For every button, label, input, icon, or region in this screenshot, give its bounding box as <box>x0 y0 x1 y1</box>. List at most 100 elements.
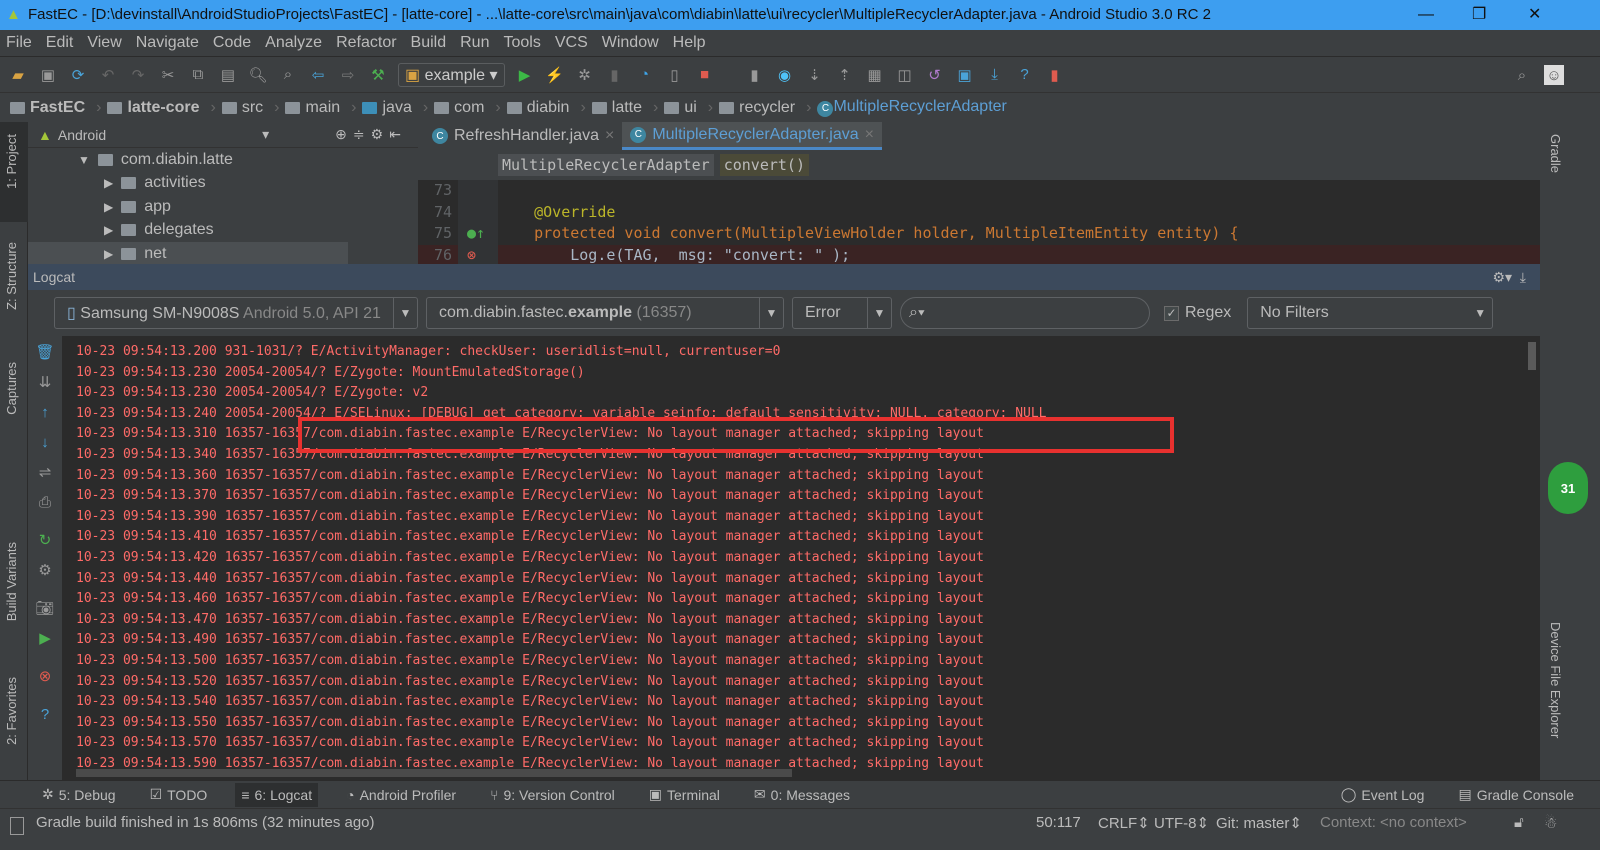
breadcrumb-item[interactable]: latte-core <box>107 99 215 117</box>
down-arrow-icon[interactable]: ↓ <box>35 432 55 452</box>
tool-tab-todo[interactable]: ☑ TODO <box>144 782 214 807</box>
avd-manager-icon[interactable]: ▮ <box>745 65 765 85</box>
tree-item[interactable]: ▶ activities <box>28 172 418 196</box>
settings-gear-icon[interactable]: ⚙ <box>371 126 384 143</box>
open-icon[interactable]: ▰ <box>8 65 28 85</box>
tree-item[interactable]: ▶ net <box>28 242 348 266</box>
floating-badge[interactable]: 31 <box>1548 462 1588 514</box>
breadcrumb-item[interactable]: FastEC <box>10 99 101 117</box>
log-search-input[interactable]: ⌕▾ <box>900 297 1150 329</box>
clear-logcat-icon[interactable]: 🗑︎ <box>35 342 55 362</box>
shelve-icon[interactable]: ◫ <box>895 65 915 85</box>
collapsed-arrow-icon[interactable]: ▶ <box>104 223 113 237</box>
sdk-sync-icon[interactable]: ◉ <box>775 65 795 85</box>
menu-file[interactable]: File <box>6 34 32 52</box>
menu-build[interactable]: Build <box>411 34 447 52</box>
breadcrumb-item[interactable]: recycler <box>719 99 811 117</box>
breadcrumb-item[interactable]: latte <box>591 99 659 117</box>
menu-navigate[interactable]: Navigate <box>136 34 199 52</box>
breadcrumb-item[interactable]: diabin <box>506 99 586 117</box>
line-separator[interactable]: CRLF⇕ <box>1098 814 1150 832</box>
collapsed-arrow-icon[interactable]: ▶ <box>104 247 113 261</box>
toggle-tool-windows-icon[interactable] <box>10 817 24 835</box>
build-variants-tool-tab[interactable]: Build Variants <box>4 542 19 621</box>
back-icon[interactable]: ⇦ <box>308 65 328 85</box>
profiler-icon[interactable]: ◔ <box>635 65 655 85</box>
scroll-from-source-icon[interactable]: ⊕ <box>335 126 347 143</box>
menu-code[interactable]: Code <box>213 34 251 52</box>
gradle-tool-tab[interactable]: Gradle <box>1548 134 1563 173</box>
copy-icon[interactable]: ⧉ <box>188 65 208 85</box>
replace-icon[interactable]: ⌕ <box>278 65 298 85</box>
attach-debugger-icon[interactable]: ▯ <box>665 65 685 85</box>
structure-tool-tab[interactable]: Z: Structure <box>4 242 19 310</box>
cut-icon[interactable]: ✂ <box>158 65 178 85</box>
vcs-history-icon[interactable]: ▦ <box>865 65 885 85</box>
breadcrumb-item[interactable]: ui <box>664 99 713 117</box>
collapsed-arrow-icon[interactable]: ▶ <box>104 176 113 190</box>
revert-icon[interactable]: ↺ <box>925 65 945 85</box>
search-everywhere-icon[interactable]: ⌕ <box>1512 65 1532 85</box>
build-hammer-icon[interactable]: ⚒ <box>368 65 388 85</box>
project-tool-tab[interactable]: 1: Project <box>4 134 19 189</box>
help-icon[interactable]: ? <box>1015 65 1035 85</box>
code-area[interactable]: 73 74 @Override 75 ●↑ protected void conve… <box>418 180 1540 266</box>
minimize-button[interactable]: — <box>1418 0 1434 30</box>
project-structure-icon[interactable]: ▣ <box>955 65 975 85</box>
settings-gear-icon[interactable]: ⚙ <box>35 560 55 580</box>
redo-icon[interactable]: ↷ <box>128 65 148 85</box>
menu-vcs[interactable]: VCS <box>555 34 588 52</box>
cursor-position[interactable]: 50:117 <box>1036 814 1081 831</box>
view-dropdown-icon[interactable]: ▾ <box>262 126 269 143</box>
project-view-select[interactable]: Android <box>58 127 106 143</box>
run-icon[interactable]: ▶ <box>515 65 535 85</box>
find-icon[interactable]: 🔍︎ <box>248 65 268 85</box>
screen-capture-icon[interactable]: 📷︎ <box>35 598 55 618</box>
menu-help[interactable]: Help <box>673 34 706 52</box>
collapsed-arrow-icon[interactable]: ▶ <box>104 200 113 214</box>
scroll-to-end-icon[interactable]: ⇊ <box>35 372 55 392</box>
close-tab-icon[interactable]: × <box>865 126 874 144</box>
tree-item[interactable]: ▶ app <box>28 195 418 219</box>
close-button[interactable]: ✕ <box>1528 0 1541 30</box>
menu-window[interactable]: Window <box>602 34 659 52</box>
menu-edit[interactable]: Edit <box>46 34 74 52</box>
paste-icon[interactable]: ▤ <box>218 65 238 85</box>
tool-tab-vcs[interactable]: ⑂ 9: Version Control <box>484 783 621 807</box>
menu-refactor[interactable]: Refactor <box>336 34 396 52</box>
tab-refresh-handler[interactable]: C RefreshHandler.java × <box>424 122 622 150</box>
soft-wrap-icon[interactable]: ⇌ <box>35 462 55 482</box>
breadcrumb-item[interactable]: java <box>362 99 428 117</box>
hide-panel-icon[interactable]: ⇤ <box>389 126 401 143</box>
vcs-commit-icon[interactable]: ⇡ <box>835 65 855 85</box>
breadcrumb-item[interactable]: src <box>221 99 280 117</box>
save-icon[interactable]: ▣ <box>38 65 58 85</box>
log-output[interactable]: 10-23 09:54:13.200 931-1031/? E/Activity… <box>76 342 1047 774</box>
stop-icon[interactable]: ■ <box>695 65 715 85</box>
breadcrumb-item[interactable]: com <box>434 99 501 117</box>
tool-tab-bug[interactable]: ✲ 5: Debug <box>36 782 122 807</box>
run-config-select[interactable]: ▣ example ▾ <box>398 62 505 87</box>
tree-item[interactable]: ▼ com.diabin.latte <box>28 148 418 172</box>
expanded-arrow-icon[interactable]: ▼ <box>78 153 90 167</box>
close-tab-icon[interactable]: × <box>605 127 614 145</box>
nav-method[interactable]: convert() <box>719 154 809 176</box>
screen-record-icon[interactable]: ▶ <box>35 628 55 648</box>
menu-tools[interactable]: Tools <box>503 34 540 52</box>
regex-checkbox[interactable]: ✓ Regex <box>1164 304 1231 322</box>
debug-icon[interactable]: ✲ <box>575 65 595 85</box>
vcs-update-icon[interactable]: ⇣ <box>805 65 825 85</box>
sdk-manager-icon[interactable]: ⤓ <box>985 65 1005 85</box>
tool-tab-logcat[interactable]: ≡ 6: Logcat <box>235 782 319 807</box>
apply-changes-icon[interactable]: ⚡ <box>545 65 565 85</box>
coverage-icon[interactable]: ▮ <box>605 65 625 85</box>
search-field[interactable] <box>924 305 1149 321</box>
lock-icon[interactable]: 🔓︎ <box>1514 814 1524 831</box>
maximize-button[interactable]: ❐ <box>1472 0 1486 30</box>
breadcrumb-item[interactable]: main <box>285 99 356 117</box>
up-arrow-icon[interactable]: ↑ <box>35 402 55 422</box>
menu-analyze[interactable]: Analyze <box>265 34 322 52</box>
close-logcat-icon[interactable]: ⊗ <box>35 666 55 686</box>
breadcrumb-item[interactable]: C MultipleRecyclerAdapter <box>817 98 1007 117</box>
hide-panel-icon[interactable]: ⤓ <box>1520 269 1526 285</box>
